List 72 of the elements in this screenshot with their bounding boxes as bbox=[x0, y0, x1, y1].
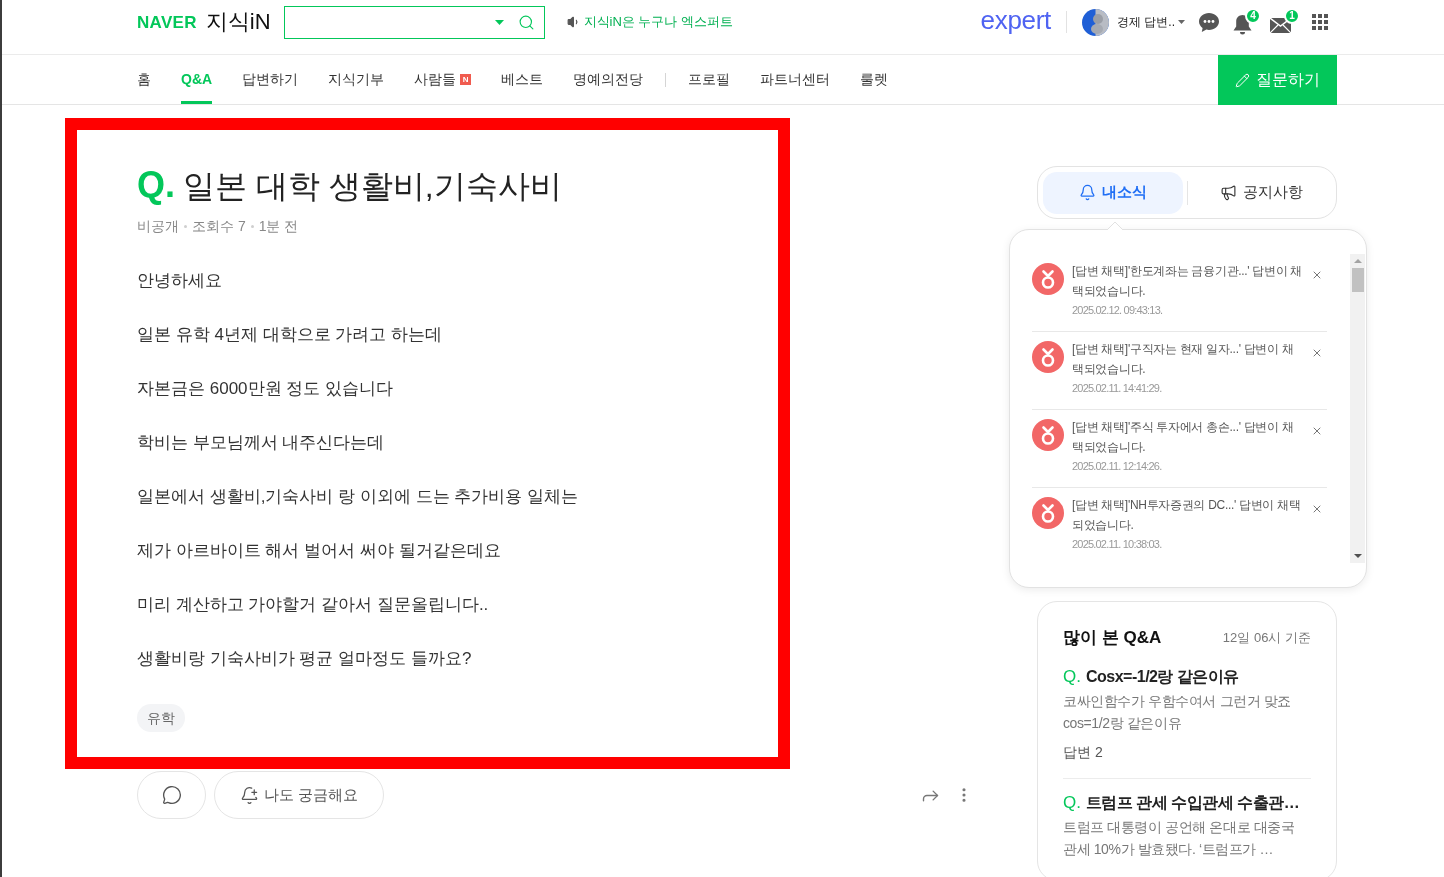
nav-tab[interactable]: 파트너센터 bbox=[760, 55, 831, 104]
new-badge: N bbox=[460, 74, 472, 85]
notification-time: 2025.02.12. 09:43:13. bbox=[1072, 303, 1164, 318]
nav-tab[interactable]: 베스트 bbox=[501, 55, 544, 104]
question-paragraph: 생활비랑 기숙사비가 평균 얼마정도 들까요? bbox=[137, 648, 472, 670]
apps-grid-icon[interactable] bbox=[1312, 14, 1328, 30]
popular-question-title[interactable]: Cosx=-1/2랑 같은이유 bbox=[1085, 665, 1239, 689]
notification-time: 2025.02.11. 12:14:26. bbox=[1072, 459, 1163, 474]
expert-logo[interactable]: expert bbox=[980, 7, 1051, 37]
question-title: 일본 대학 생활비,기숙사비 bbox=[183, 167, 562, 206]
nav-tab[interactable]: 홈 bbox=[137, 55, 151, 104]
question-meta: 비공개 bbox=[137, 217, 179, 235]
close-icon[interactable] bbox=[1311, 269, 1323, 281]
close-icon[interactable] bbox=[1311, 347, 1323, 359]
question-summary: 코싸인함수가 우함수여서 그런거 맞죠 cos=1/2랑 같은이유 bbox=[1063, 692, 1293, 733]
question-meta: 조회수 7 bbox=[192, 217, 246, 235]
sidebar-tab[interactable]: 내소식 bbox=[1043, 171, 1183, 214]
card-timestamp: 12일 06시 기준 bbox=[1222, 629, 1311, 648]
question-paragraph: 일본에서 생활비,기숙사비 랑 이외에 드는 추가비용 일체는 bbox=[137, 486, 579, 508]
medal-icon bbox=[1032, 263, 1064, 295]
medal-icon bbox=[1032, 419, 1064, 451]
megaphone-icon bbox=[1219, 184, 1237, 201]
popular-question-title[interactable]: 트럼프 관세 수입관세 수출관… bbox=[1085, 791, 1300, 815]
service-logo[interactable]: 지식iN bbox=[205, 11, 271, 33]
chat-icon[interactable] bbox=[1199, 12, 1219, 32]
user-menu[interactable]: 경제 답변.. bbox=[1117, 13, 1185, 31]
tag-chip[interactable]: 유학 bbox=[137, 704, 185, 732]
sidebar-tab[interactable]: 공지사항 bbox=[1191, 171, 1331, 214]
comment-icon bbox=[161, 785, 182, 805]
scroll-down-icon[interactable] bbox=[1353, 554, 1362, 558]
pencil-icon bbox=[1235, 72, 1250, 88]
caret-down-icon[interactable] bbox=[494, 19, 504, 25]
question-meta: 1분 전 bbox=[258, 217, 299, 235]
question-paragraph: 학비는 부모님께서 내주신다는데 bbox=[137, 432, 385, 454]
count-badge: 4 bbox=[1245, 8, 1261, 24]
card-title: 많이 본 Q&A bbox=[1063, 627, 1162, 649]
question-paragraph: 안녕하세요 bbox=[137, 270, 222, 292]
bell-plus-icon bbox=[240, 785, 259, 805]
nav-tab[interactable]: 명예의전당 bbox=[573, 55, 644, 104]
notification-text[interactable]: [답변 채택]'주식 투자에서 총손...' 답변이 채택되었습니다. bbox=[1072, 417, 1305, 457]
scroll-thumb[interactable] bbox=[1351, 268, 1364, 292]
medal-icon bbox=[1032, 497, 1064, 529]
count-badge: 1 bbox=[1284, 8, 1300, 24]
mail-icon bbox=[1270, 18, 1291, 33]
answer-count: 답변 2 bbox=[1063, 743, 1104, 762]
close-icon[interactable] bbox=[1311, 503, 1323, 515]
question-paragraph: 자본금은 6000만원 정도 있습니다 bbox=[137, 378, 393, 400]
caret-down-icon bbox=[1178, 20, 1185, 24]
question-mark: Q. bbox=[137, 165, 175, 205]
question-paragraph: 미리 계산하고 가야할거 같아서 질문올립니다.. bbox=[137, 594, 489, 616]
avatar-icon[interactable] bbox=[1082, 8, 1109, 36]
nav-tab[interactable]: 사람들 N bbox=[414, 55, 472, 104]
notification-text[interactable]: [답변 채택]'구직자는 현재 일자...' 답변이 채택되었습니다. bbox=[1072, 339, 1305, 379]
bell-icon bbox=[1078, 184, 1096, 201]
search-field[interactable] bbox=[283, 5, 545, 39]
question-paragraph: 제가 아르바이트 해서 벌어서 써야 될거같은데요 bbox=[137, 540, 501, 562]
question-paragraph: 일본 유학 4년제 대학으로 가려고 하는데 bbox=[137, 324, 443, 346]
notification-time: 2025.02.11. 10:38:03. bbox=[1072, 537, 1163, 552]
nav-tab[interactable]: 답변하기 bbox=[242, 55, 299, 104]
nav-tab[interactable]: 지식기부 bbox=[328, 55, 385, 104]
nav-tab[interactable]: 프로필 bbox=[688, 55, 731, 104]
close-icon[interactable] bbox=[1311, 425, 1323, 437]
question-summary: 트럼프 대통령이 공언해 온대로 대중국 관세 10%가 발효됐다. ‘트럼프가 … bbox=[1063, 818, 1296, 859]
notification-time: 2025.02.11. 14:41:29. bbox=[1072, 381, 1163, 396]
scrollbar[interactable] bbox=[1350, 254, 1365, 563]
notification-text[interactable]: [답변 채택]'NH투자증권의 DC...' 답변이 채택되었습니다. bbox=[1072, 495, 1305, 535]
medal-icon bbox=[1032, 341, 1064, 373]
nav-tab[interactable]: 룰렛 bbox=[860, 55, 889, 104]
question-mark: Q. bbox=[1063, 666, 1081, 688]
notification-text[interactable]: [답변 채택]'한도계좌는 금융기관...' 답변이 채택되었습니다. bbox=[1072, 261, 1305, 301]
question-mark: Q. bbox=[1063, 792, 1081, 814]
bell-icon bbox=[1233, 15, 1252, 35]
